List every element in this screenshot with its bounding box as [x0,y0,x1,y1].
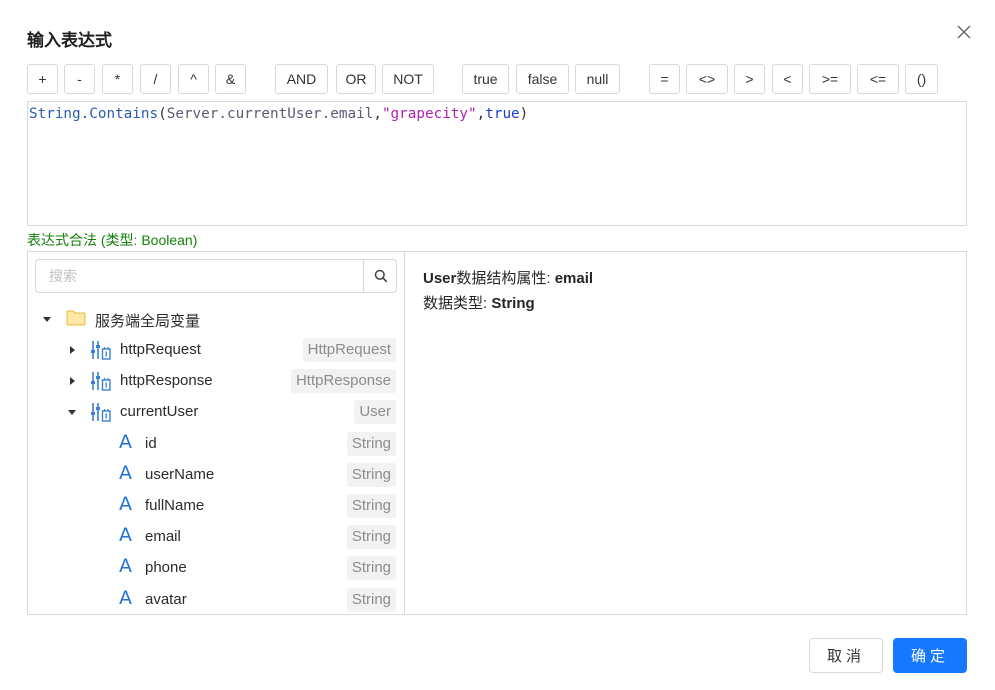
search-box [35,259,397,293]
expression-dialog: 输入表达式 + - * / ^ & AND OR NOT true false … [0,0,995,690]
op-less-equal-button[interactable]: <= [857,64,899,94]
variables-panel: 服务端全局变量 httpRequest HttpRequest httpResp… [27,251,967,615]
tree-node-server-globals[interactable]: 服务端全局变量 [28,304,404,334]
tree-field-phone[interactable]: A phone String [28,553,404,583]
op-greater-equal-button[interactable]: >= [809,64,851,94]
text-type-icon: A [119,587,132,609]
type-badge: User [354,400,396,424]
tree-field-id[interactable]: A id String [28,429,404,459]
validation-message: 表达式合法 (类型: Boolean) [27,232,198,248]
search-button[interactable] [363,260,397,292]
expr-string: "grapecity" [381,106,477,122]
op-concat-button[interactable]: & [215,64,246,94]
dialog-title: 输入表达式 [27,31,112,51]
op-false-button[interactable]: false [516,64,569,94]
expression-code[interactable]: String.Contains(Server.currentUser.email… [29,106,528,122]
folder-icon [66,310,86,326]
tree-node-label: fullName [145,497,205,514]
detail-datatype-label: 数据类型: [423,295,492,312]
type-badge: String [346,556,396,580]
op-parentheses-button[interactable]: () [905,64,938,94]
expr-comma: , [373,106,382,122]
text-type-icon: A [119,493,132,515]
caret-down-icon[interactable] [67,407,77,417]
text-type-icon: A [119,524,132,546]
op-or-button[interactable]: OR [336,64,376,94]
tree-node-label: httpRequest [120,341,201,358]
close-button[interactable] [954,22,974,42]
op-equal-button[interactable]: = [649,64,680,94]
caret-right-icon[interactable] [67,376,77,386]
op-and-button[interactable]: AND [275,64,328,94]
tree-node-currentuser[interactable]: currentUser User [28,397,404,427]
op-power-button[interactable]: ^ [178,64,209,94]
search-icon [374,269,387,283]
type-badge: HttpRequest [302,338,396,362]
variable-icon [91,403,111,422]
type-badge: HttpResponse [290,369,396,393]
type-badge: String [346,588,396,612]
ok-button[interactable]: 确定 [893,638,967,673]
detail-property: User数据结构属性: email [423,267,593,288]
tree-node-label: email [145,528,181,545]
tree-node-label: id [145,435,157,452]
expr-close-paren: ) [519,106,529,122]
expression-editor[interactable]: String.Contains(Server.currentUser.email… [27,101,967,226]
caret-right-icon[interactable] [67,345,77,355]
type-badge: String [346,432,396,456]
tree-node-httprequest[interactable]: httpRequest HttpRequest [28,335,404,365]
op-not-button[interactable]: NOT [382,64,434,94]
detail-datatype: 数据类型: String [423,292,535,313]
tree-node-label: phone [145,559,187,576]
op-divide-button[interactable]: / [140,64,171,94]
text-type-icon: A [119,462,132,484]
detail-property-value: email [554,270,594,287]
tree-field-username[interactable]: A userName String [28,460,404,490]
type-badge: String [346,494,396,518]
tree-node-label: currentUser [120,403,199,420]
op-plus-button[interactable]: + [27,64,58,94]
tree-node-label: userName [145,466,215,483]
op-minus-button[interactable]: - [64,64,95,94]
expr-keyword: true [485,106,520,122]
caret-down-icon[interactable] [42,314,52,324]
variable-tree-pane: 服务端全局变量 httpRequest HttpRequest httpResp… [28,252,405,614]
text-type-icon: A [119,431,132,453]
close-icon [957,25,971,39]
tree-field-avatar[interactable]: A avatar String [28,585,404,614]
type-badge: String [346,463,396,487]
text-type-icon: A [119,555,132,577]
op-true-button[interactable]: true [462,64,509,94]
op-greater-button[interactable]: > [734,64,765,94]
variable-icon [91,372,111,391]
op-multiply-button[interactable]: * [102,64,133,94]
tree-node-httpresponse[interactable]: httpResponse HttpResponse [28,366,404,396]
variable-icon [91,341,111,360]
tree-field-email[interactable]: A email String [28,522,404,552]
search-input[interactable] [36,260,363,292]
cancel-button[interactable]: 取消 [809,638,883,673]
detail-pane: User数据结构属性: email 数据类型: String [405,252,966,614]
op-not-equal-button[interactable]: <> [686,64,728,94]
tree-node-label: avatar [145,591,187,608]
expr-open-paren: ( [158,106,167,122]
detail-property-label: 数据结构属性: [456,270,555,287]
type-badge: String [346,525,396,549]
op-null-button[interactable]: null [575,64,620,94]
detail-datatype-value: String [491,295,535,312]
tree-node-label: httpResponse [120,372,213,389]
op-less-button[interactable]: < [772,64,803,94]
tree-field-fullname[interactable]: A fullName String [28,491,404,521]
detail-struct-name: User [423,270,457,287]
expr-comma: , [476,106,486,122]
tree-node-label: 服务端全局变量 [95,313,201,330]
expr-variable: Server.currentUser.email [166,106,374,122]
expr-function: String.Contains [29,106,159,122]
